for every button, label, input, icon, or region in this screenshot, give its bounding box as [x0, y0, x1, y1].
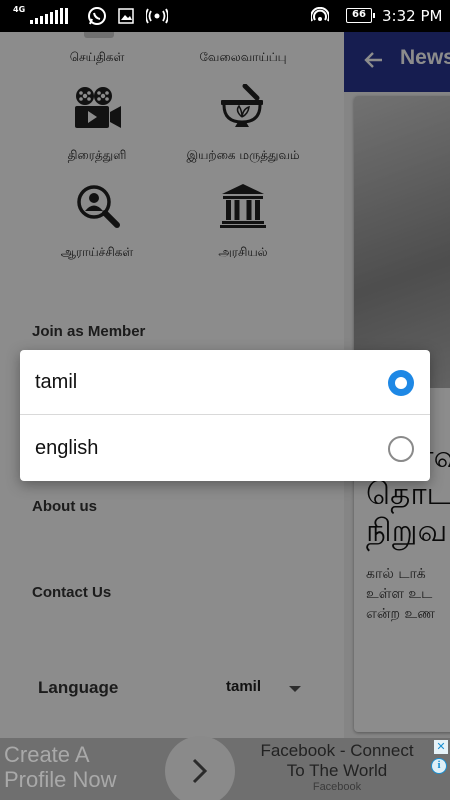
battery-icon: 66	[346, 8, 375, 23]
chevron-right-icon	[192, 758, 208, 784]
language-option-tamil[interactable]: tamil	[20, 350, 430, 415]
ad-title-line: Facebook - Connect	[260, 741, 414, 760]
language-option-label: tamil	[35, 371, 78, 393]
ad-cta-line: Profile Now	[4, 767, 117, 792]
language-option-english[interactable]: english	[20, 416, 430, 481]
ad-close-icon[interactable]: ✕	[434, 740, 448, 754]
radio-unselected-icon[interactable]	[388, 436, 414, 462]
language-option-label: english	[35, 437, 99, 459]
ad-banner[interactable]: Create A Profile Now Facebook - Connect …	[0, 736, 450, 800]
ad-call-to-action[interactable]: Create A Profile Now	[4, 742, 116, 792]
signal-icon	[30, 8, 68, 24]
status-bar: 4G 66 3:32 PM	[0, 0, 450, 32]
gallery-icon	[118, 8, 134, 24]
whatsapp-icon	[88, 7, 106, 25]
ad-info-icon[interactable]: i	[431, 758, 447, 774]
clock: 3:32 PM	[382, 7, 443, 25]
battery-level: 66	[352, 9, 366, 20]
radio-selected-icon[interactable]	[388, 370, 414, 396]
ad-title[interactable]: Facebook - Connect To The World	[242, 741, 432, 781]
network-type-label: 4G	[13, 5, 26, 14]
hotspot-icon	[146, 8, 168, 24]
ad-next-button[interactable]	[165, 736, 235, 800]
wifi-hotspot-icon	[311, 7, 329, 22]
network-type: 4G	[13, 5, 25, 14]
ad-advertiser: Facebook	[312, 781, 362, 793]
ad-title-line: To The World	[286, 761, 388, 780]
ad-cta-line: Create A	[4, 742, 90, 767]
language-picker-dialog: tamil english	[20, 350, 430, 481]
